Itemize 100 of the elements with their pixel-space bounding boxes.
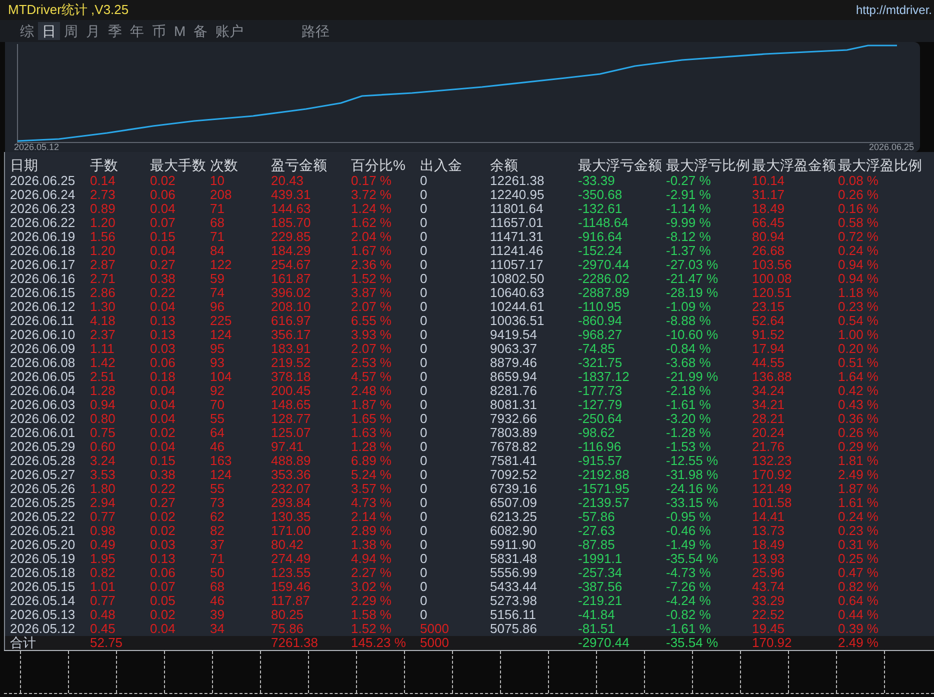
table-cell-text: 161.87 bbox=[271, 272, 312, 286]
table-cell-text: 7678.82 bbox=[490, 440, 538, 454]
table-cell-text: -1148.64 bbox=[578, 216, 630, 230]
table-cell-text: -1571.95 bbox=[578, 482, 630, 496]
table-cell-text: 5273.98 bbox=[490, 594, 538, 608]
period-tab[interactable]: 年 bbox=[126, 22, 148, 40]
period-tab[interactable]: 备 bbox=[190, 22, 212, 40]
table-cell-text: 0.51 % bbox=[838, 356, 880, 370]
table-cell-text: 163 bbox=[210, 454, 233, 468]
table-cell-text: -219.21 bbox=[578, 594, 624, 608]
table-cell-text: 0 bbox=[420, 468, 428, 482]
table-cell-text: 7092.52 bbox=[490, 468, 538, 482]
column-header: 最大浮亏金额 bbox=[578, 156, 663, 174]
table-cell-text: 0.23 % bbox=[838, 300, 880, 314]
table-cell-text: 91.52 bbox=[752, 328, 786, 342]
table-cell-text: 0.44 % bbox=[838, 608, 880, 622]
table-cell-text: 2026.05.22 bbox=[10, 510, 76, 524]
table-cell-text: 0.02 bbox=[150, 524, 176, 538]
table-cell-text: 2026.06.12 bbox=[10, 300, 76, 314]
table-cell-text: 0.02 bbox=[150, 510, 176, 524]
table-cell-text: 55 bbox=[210, 482, 226, 496]
table-cell-text: -2139.57 bbox=[578, 496, 630, 510]
table-cell-text: 1.95 bbox=[90, 552, 116, 566]
table-cell-text: 6507.09 bbox=[490, 496, 538, 510]
period-tab[interactable]: 周 bbox=[60, 22, 82, 40]
table-cell-text: 21.76 bbox=[752, 440, 786, 454]
table-cell-text: 0 bbox=[420, 510, 428, 524]
table-cell-text: 0.23 % bbox=[838, 524, 880, 538]
period-tab[interactable]: 日 bbox=[38, 22, 60, 40]
table-cell-text: 0.94 % bbox=[838, 258, 880, 272]
table-cell-text: 18.49 bbox=[752, 202, 786, 216]
table-cell-text: -2286.02 bbox=[578, 272, 630, 286]
table-cell-text: -860.94 bbox=[578, 314, 624, 328]
table-cell-text: 95 bbox=[210, 342, 226, 356]
table-cell-text: 4.57 % bbox=[351, 370, 392, 384]
table-cell-text: -1.61 % bbox=[666, 398, 712, 412]
table-cell-text: -1.37 % bbox=[666, 244, 712, 258]
table-cell-text: 0.77 bbox=[90, 510, 116, 524]
period-tab[interactable]: 币 bbox=[148, 22, 170, 40]
period-tab[interactable]: 季 bbox=[104, 22, 126, 40]
period-tab[interactable]: 月 bbox=[82, 22, 104, 40]
table-cell-text: 0.77 bbox=[90, 594, 116, 608]
column-header: 余额 bbox=[490, 156, 519, 174]
table-cell-text: 0 bbox=[420, 244, 428, 258]
table-cell-text: 82 bbox=[210, 524, 226, 538]
table-cell-text: 68 bbox=[210, 216, 226, 230]
table-cell-text: 0.49 bbox=[90, 538, 116, 552]
table-cell-text: 39 bbox=[210, 608, 226, 622]
table-cell-text: 6739.16 bbox=[490, 482, 538, 496]
path-button[interactable]: 路径 bbox=[298, 22, 334, 40]
table-cell-text: -35.54 % bbox=[666, 552, 720, 566]
table-cell-text: 11471.31 bbox=[490, 230, 544, 244]
table-cell-text: 8879.46 bbox=[490, 356, 538, 370]
table-cell-text: 7803.89 bbox=[490, 426, 538, 440]
column-header: 日期 bbox=[10, 156, 39, 174]
table-cell-text: -3.68 % bbox=[666, 356, 712, 370]
table-cell-text: 0.13 bbox=[150, 314, 176, 328]
table-cell-text: 4.18 bbox=[90, 314, 116, 328]
table-cell-text: 2026.05.26 bbox=[10, 482, 76, 496]
table-cell-text: 0.02 bbox=[150, 174, 176, 188]
table-cell-text: 12240.95 bbox=[490, 188, 546, 202]
table-cell-text: 2026.06.17 bbox=[10, 258, 76, 272]
table-cell-text: -57.86 bbox=[578, 510, 616, 524]
table-cell-text: -27.03 % bbox=[666, 258, 720, 272]
table-cell-text: -98.62 bbox=[578, 426, 616, 440]
table-cell-text: 2026.05.28 bbox=[10, 454, 76, 468]
table-cell-text: 0.05 bbox=[150, 594, 176, 608]
table-cell-text: 0.89 bbox=[90, 202, 116, 216]
table-cell-text: 0 bbox=[420, 440, 428, 454]
table-cell-text: 0.42 % bbox=[838, 384, 880, 398]
table-cell-text: 0.29 % bbox=[838, 440, 880, 454]
period-tab[interactable]: 账户 bbox=[212, 22, 248, 40]
period-tab[interactable]: 综 bbox=[16, 22, 38, 40]
period-tab[interactable]: M bbox=[170, 22, 190, 40]
table-cell-text: -257.34 bbox=[578, 566, 624, 580]
table-cell-text: 7261.38 bbox=[271, 636, 319, 650]
table-cell-text: 10802.50 bbox=[490, 272, 546, 286]
table-cell-text: 0.04 bbox=[150, 384, 176, 398]
table-cell-text: 0.04 bbox=[150, 622, 176, 636]
table-cell-text: -74.85 bbox=[578, 342, 616, 356]
table-cell-text: 2026.06.08 bbox=[10, 356, 76, 370]
table-cell-text: 2.37 bbox=[90, 328, 116, 342]
table-cell-text: 5433.44 bbox=[490, 580, 538, 594]
table-cell-text: 1.63 % bbox=[351, 426, 392, 440]
table-cell-text: -1.14 % bbox=[666, 202, 712, 216]
table-cell-text: 2.89 % bbox=[351, 524, 392, 538]
table-cell-text: 2.86 bbox=[90, 286, 116, 300]
table-cell-text: -1.61 % bbox=[666, 622, 712, 636]
table-cell-text: -110.95 bbox=[578, 300, 622, 314]
table-cell-text: 8281.76 bbox=[490, 384, 538, 398]
table-cell-text: 2.07 % bbox=[351, 342, 392, 356]
table-cell-text: 2026.06.10 bbox=[10, 328, 76, 342]
table-cell-text: 0.06 bbox=[150, 566, 176, 580]
table-cell-text: 4.94 % bbox=[351, 552, 392, 566]
table-cell-text: 64 bbox=[210, 426, 226, 440]
table-cell-text: 2026.05.27 bbox=[10, 468, 76, 482]
table-cell-text: 2026.06.16 bbox=[10, 272, 76, 286]
table-cell-text: 2026.06.03 bbox=[10, 398, 76, 412]
table-cell-text: 75.86 bbox=[271, 622, 305, 636]
table-cell-text: 10.14 bbox=[752, 174, 786, 188]
